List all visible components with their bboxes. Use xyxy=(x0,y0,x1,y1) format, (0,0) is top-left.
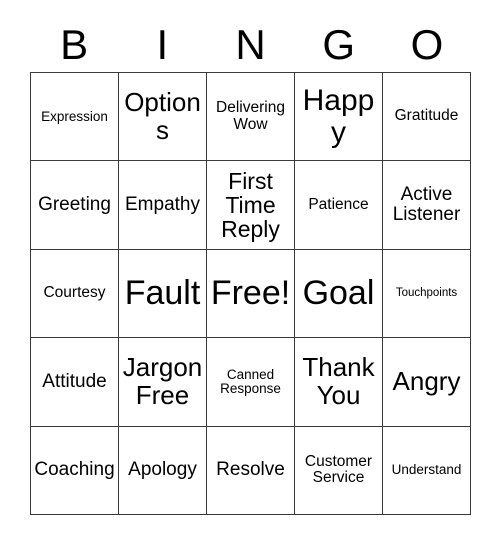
bingo-cell[interactable]: Angry xyxy=(383,338,471,427)
bingo-cell[interactable]: Options xyxy=(119,73,207,162)
bingo-cell[interactable]: Gratitude xyxy=(383,73,471,162)
bingo-cell-label: First Time Reply xyxy=(221,167,280,243)
bingo-cell-label: Greeting xyxy=(38,194,111,216)
bingo-cell-label: Delivering Wow xyxy=(216,99,285,133)
bingo-cell-label: Active Listener xyxy=(392,183,461,226)
bingo-cell-label: Happy xyxy=(302,83,375,149)
bingo-cell-label: Resolve xyxy=(216,459,285,481)
bingo-cell-label: Goal xyxy=(302,274,375,313)
bingo-cell-label: Touchpoints xyxy=(395,287,458,300)
bingo-cell[interactable]: Happy xyxy=(295,73,383,162)
bingo-cell[interactable]: First Time Reply xyxy=(207,161,295,250)
bingo-cell[interactable]: Canned Response xyxy=(207,338,295,427)
bingo-cell[interactable]: Expression xyxy=(31,73,119,162)
bingo-header-letter-n: N xyxy=(235,21,266,68)
bingo-cell-label: Thank You xyxy=(302,352,375,410)
bingo-cell[interactable]: Apology xyxy=(119,426,207,515)
bingo-cell[interactable]: Free! xyxy=(207,249,295,339)
bingo-header-letter-b: B xyxy=(60,21,89,68)
bingo-cell-label: Canned Response xyxy=(220,366,281,396)
bingo-cell[interactable]: Goal xyxy=(295,249,383,339)
bingo-cell[interactable]: Touchpoints xyxy=(383,249,471,339)
bingo-cell-label: Fault xyxy=(124,274,201,313)
bingo-header: B I N G O xyxy=(30,18,471,72)
bingo-cell[interactable]: Patience xyxy=(295,161,383,250)
bingo-cell[interactable]: Empathy xyxy=(119,161,207,250)
bingo-header-letter-g: G xyxy=(322,21,356,68)
bingo-cell-label: Angry xyxy=(392,366,461,397)
bingo-cell[interactable]: Delivering Wow xyxy=(207,73,295,162)
bingo-cell-label: Understand xyxy=(391,462,462,478)
bingo-cell-label: Courtesy xyxy=(43,284,106,302)
bingo-cell[interactable]: Thank You xyxy=(295,338,383,427)
bingo-grid: Expression Options Delivering Wow Happy Grat… xyxy=(30,72,471,515)
bingo-cell-label: Options xyxy=(124,87,201,145)
bingo-cell-label: Empathy xyxy=(125,194,200,216)
bingo-cell-label: Patience xyxy=(308,195,369,213)
bingo-cell[interactable]: Attitude xyxy=(31,338,119,427)
bingo-cell[interactable]: Jargon Free xyxy=(119,338,207,427)
bingo-cell-label: Jargon Free xyxy=(122,352,203,410)
bingo-cell-label: Coaching xyxy=(34,459,115,481)
bingo-cell[interactable]: Resolve xyxy=(207,426,295,515)
bingo-cell[interactable]: Understand xyxy=(383,426,471,515)
bingo-cell-label: Expression xyxy=(41,108,108,124)
bingo-cell-label: Customer Service xyxy=(304,452,373,487)
bingo-cell-label: Attitude xyxy=(42,370,107,392)
bingo-cell[interactable]: Customer Service xyxy=(295,426,383,515)
bingo-cell[interactable]: Fault xyxy=(119,249,207,339)
bingo-cell[interactable]: Courtesy xyxy=(31,249,119,339)
bingo-cell[interactable]: Coaching xyxy=(31,426,119,515)
bingo-cell[interactable]: Greeting xyxy=(31,161,119,250)
bingo-cell-label: Apology xyxy=(128,459,197,481)
bingo-cell-label: Gratitude xyxy=(394,107,459,125)
bingo-card: B I N G O Expression Options Delivering Wo… xyxy=(0,0,500,544)
bingo-cell-label: Free! xyxy=(210,274,291,313)
bingo-header-letter-o: O xyxy=(410,21,444,68)
bingo-header-letter-i: I xyxy=(156,21,169,68)
bingo-cell[interactable]: Active Listener xyxy=(383,161,471,250)
